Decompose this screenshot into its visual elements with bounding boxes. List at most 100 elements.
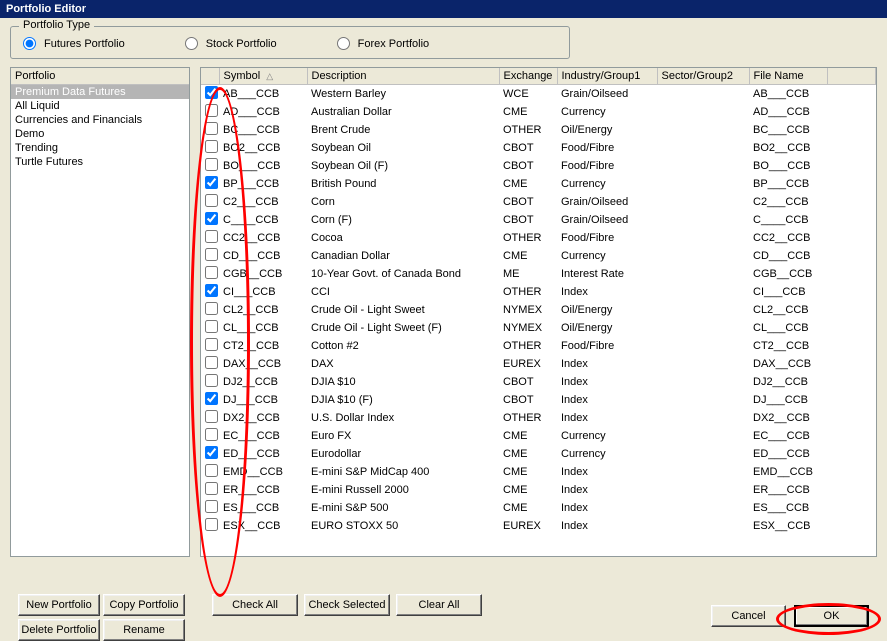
cell-exchange: CBOT	[499, 211, 557, 229]
row-checkbox[interactable]	[205, 500, 218, 513]
clear-all-button[interactable]: Clear All	[396, 594, 482, 616]
column-header[interactable]: Industry/Group1	[557, 68, 657, 85]
row-checkbox[interactable]	[205, 464, 218, 477]
table-row[interactable]: DJ___CCBDJIA $10 (F)CBOTIndexDJ___CCB	[201, 391, 876, 409]
cell-industry: Currency	[557, 175, 657, 193]
table-row[interactable]: BC___CCBBrent CrudeOTHEROil/EnergyBC___C…	[201, 121, 876, 139]
column-header[interactable]: Exchange	[499, 68, 557, 85]
table-row[interactable]: CD___CCBCanadian DollarCMECurrencyCD___C…	[201, 247, 876, 265]
table-row[interactable]: CGB__CCB10-Year Govt. of Canada BondMEIn…	[201, 265, 876, 283]
row-checkbox[interactable]	[205, 104, 218, 117]
table-row[interactable]: C____CCBCorn (F)CBOTGrain/OilseedC____CC…	[201, 211, 876, 229]
radio-input[interactable]	[23, 37, 36, 50]
row-checkbox[interactable]	[205, 482, 218, 495]
cell-sector	[657, 355, 749, 373]
row-checkbox[interactable]	[205, 284, 218, 297]
cell-sector	[657, 427, 749, 445]
cell-exchange: CBOT	[499, 373, 557, 391]
table-row[interactable]: AD___CCBAustralian DollarCMECurrencyAD__…	[201, 103, 876, 121]
column-header[interactable]: File Name	[749, 68, 827, 85]
cell-spacer	[827, 355, 876, 373]
cancel-button[interactable]: Cancel	[711, 605, 786, 627]
cell-spacer	[827, 265, 876, 283]
row-checkbox[interactable]	[205, 302, 218, 315]
copy-portfolio-button[interactable]: Copy Portfolio	[103, 594, 185, 616]
column-header[interactable]: Symbol△	[219, 68, 307, 85]
table-row[interactable]: DAX__CCBDAXEUREXIndexDAX__CCB	[201, 355, 876, 373]
table-row[interactable]: EMD__CCBE-mini S&P MidCap 400CMEIndexEMD…	[201, 463, 876, 481]
portfolio-item[interactable]: Turtle Futures	[11, 155, 189, 169]
table-row[interactable]: BP___CCBBritish PoundCMECurrencyBP___CCB	[201, 175, 876, 193]
table-row[interactable]: DJ2__CCBDJIA $10CBOTIndexDJ2__CCB	[201, 373, 876, 391]
cell-filename: BO___CCB	[749, 157, 827, 175]
row-checkbox[interactable]	[205, 248, 218, 261]
check-all-button[interactable]: Check All	[212, 594, 298, 616]
cell-filename: C2___CCB	[749, 193, 827, 211]
table-row[interactable]: CT2__CCBCotton #2OTHERFood/FibreCT2__CCB	[201, 337, 876, 355]
column-header[interactable]: Description	[307, 68, 499, 85]
cell-description: Australian Dollar	[307, 103, 499, 121]
portfolio-type-radio[interactable]: Stock Portfolio	[185, 37, 277, 50]
row-checkbox[interactable]	[205, 446, 218, 459]
row-checkbox[interactable]	[205, 122, 218, 135]
row-checkbox[interactable]	[205, 374, 218, 387]
column-header-checkbox[interactable]	[201, 68, 219, 85]
portfolio-item[interactable]: Demo	[11, 127, 189, 141]
table-row[interactable]: CL2__CCBCrude Oil - Light SweetNYMEXOil/…	[201, 301, 876, 319]
table-row[interactable]: C2___CCBCornCBOTGrain/OilseedC2___CCB	[201, 193, 876, 211]
table-row[interactable]: AB___CCBWestern BarleyWCEGrain/OilseedAB…	[201, 85, 876, 104]
row-checkbox[interactable]	[205, 266, 218, 279]
radio-input[interactable]	[337, 37, 350, 50]
window-titlebar: Portfolio Editor	[0, 0, 887, 18]
row-checkbox[interactable]	[205, 392, 218, 405]
new-portfolio-button[interactable]: New Portfolio	[18, 594, 100, 616]
cell-industry: Grain/Oilseed	[557, 211, 657, 229]
rename-button[interactable]: Rename	[103, 619, 185, 641]
ok-button[interactable]: OK	[794, 605, 869, 627]
cell-exchange: OTHER	[499, 229, 557, 247]
portfolio-item[interactable]: All Liquid	[11, 99, 189, 113]
table-row[interactable]: ES___CCBE-mini S&P 500CMEIndexES___CCB	[201, 499, 876, 517]
row-checkbox[interactable]	[205, 230, 218, 243]
table-row[interactable]: BO2__CCBSoybean OilCBOTFood/FibreBO2__CC…	[201, 139, 876, 157]
row-checkbox[interactable]	[205, 140, 218, 153]
portfolio-item[interactable]: Currencies and Financials	[11, 113, 189, 127]
table-row[interactable]: CI___CCBCCIOTHERIndexCI___CCB	[201, 283, 876, 301]
row-checkbox[interactable]	[205, 410, 218, 423]
column-header[interactable]: Sector/Group2	[657, 68, 749, 85]
cell-sector	[657, 409, 749, 427]
radio-input[interactable]	[185, 37, 198, 50]
table-row[interactable]: ER___CCBE-mini Russell 2000CMEIndexER___…	[201, 481, 876, 499]
row-checkbox[interactable]	[205, 320, 218, 333]
cell-exchange: CME	[499, 103, 557, 121]
table-row[interactable]: CC2__CCBCocoaOTHERFood/FibreCC2__CCB	[201, 229, 876, 247]
radio-label: Futures Portfolio	[44, 38, 125, 50]
row-checkbox[interactable]	[205, 212, 218, 225]
row-checkbox[interactable]	[205, 428, 218, 441]
row-checkbox[interactable]	[205, 194, 218, 207]
cell-sector	[657, 337, 749, 355]
row-checkbox[interactable]	[205, 86, 218, 99]
portfolio-item[interactable]: Trending	[11, 141, 189, 155]
table-row[interactable]: ED___CCBEurodollarCMECurrencyED___CCB	[201, 445, 876, 463]
row-checkbox[interactable]	[205, 158, 218, 171]
table-row[interactable]: BO___CCBSoybean Oil (F)CBOTFood/FibreBO_…	[201, 157, 876, 175]
cell-spacer	[827, 157, 876, 175]
row-checkbox[interactable]	[205, 518, 218, 531]
cell-exchange: CBOT	[499, 193, 557, 211]
table-row[interactable]: ESX__CCBEURO STOXX 50EUREXIndexESX__CCB	[201, 517, 876, 535]
row-checkbox[interactable]	[205, 338, 218, 351]
table-row[interactable]: DX2__CCBU.S. Dollar IndexOTHERIndexDX2__…	[201, 409, 876, 427]
column-header-label: Exchange	[504, 70, 553, 82]
delete-portfolio-button[interactable]: Delete Portfolio	[18, 619, 100, 641]
check-selected-button[interactable]: Check Selected	[304, 594, 390, 616]
portfolio-item[interactable]: Premium Data Futures	[11, 85, 189, 99]
table-row[interactable]: CL___CCBCrude Oil - Light Sweet (F)NYMEX…	[201, 319, 876, 337]
row-checkbox[interactable]	[205, 356, 218, 369]
portfolio-type-radio[interactable]: Forex Portfolio	[337, 37, 430, 50]
row-checkbox[interactable]	[205, 176, 218, 189]
cell-description: British Pound	[307, 175, 499, 193]
portfolio-type-radio[interactable]: Futures Portfolio	[23, 37, 125, 50]
cell-symbol: BC___CCB	[219, 121, 307, 139]
table-row[interactable]: EC___CCBEuro FXCMECurrencyEC___CCB	[201, 427, 876, 445]
